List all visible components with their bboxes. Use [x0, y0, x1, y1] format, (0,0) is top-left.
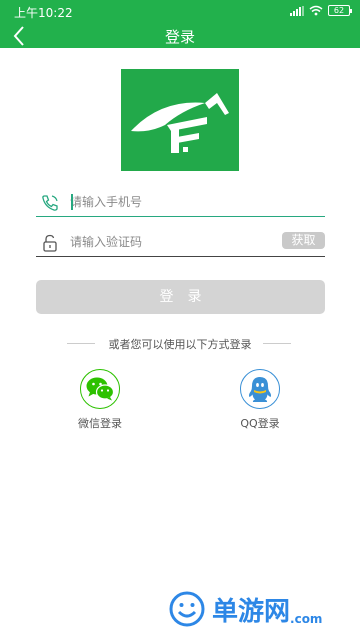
login-button[interactable]: 登录: [36, 280, 325, 314]
wechat-login-label[interactable]: 微信登录: [70, 415, 130, 431]
qq-icon[interactable]: [240, 369, 280, 409]
nav-bar: 登录: [0, 24, 360, 48]
watermark-text: 单游网: [212, 596, 291, 627]
alt-login-divider: 或者您可以使用以下方式登录: [0, 335, 360, 351]
signal-icon: [290, 5, 304, 16]
text-cursor: [71, 194, 73, 210]
logo-f-roof-icon: [131, 93, 229, 153]
wifi-icon: [309, 5, 323, 16]
lock-icon: [43, 234, 57, 252]
get-code-button[interactable]: 获取: [282, 232, 325, 249]
watermark-domain: .com: [290, 612, 323, 626]
phone-field: [36, 187, 325, 217]
divider-line-right: [263, 343, 291, 344]
code-underline: [36, 256, 325, 257]
qq-login-label[interactable]: QQ登录: [230, 415, 290, 431]
wechat-login[interactable]: 微信登录: [70, 369, 130, 431]
wechat-icon[interactable]: [80, 369, 120, 409]
status-bar: 上午10:22 62: [0, 0, 360, 24]
code-input[interactable]: [70, 230, 270, 254]
alt-login-text: 或者您可以使用以下方式登录: [108, 338, 252, 351]
qq-login[interactable]: QQ登录: [230, 369, 290, 431]
phone-underline: [36, 215, 325, 217]
status-icons: 62: [290, 5, 352, 16]
phone-input[interactable]: [70, 190, 270, 214]
app-logo: [121, 69, 239, 171]
battery-icon: 62: [328, 5, 352, 16]
status-time: 上午10:22: [14, 6, 73, 20]
phone-icon: [42, 195, 58, 211]
page-title: 登录: [164, 28, 195, 46]
watermark: 单游网 .com: [168, 584, 322, 634]
smiley-logo-icon: [169, 591, 205, 627]
code-field: 获取: [36, 227, 325, 257]
